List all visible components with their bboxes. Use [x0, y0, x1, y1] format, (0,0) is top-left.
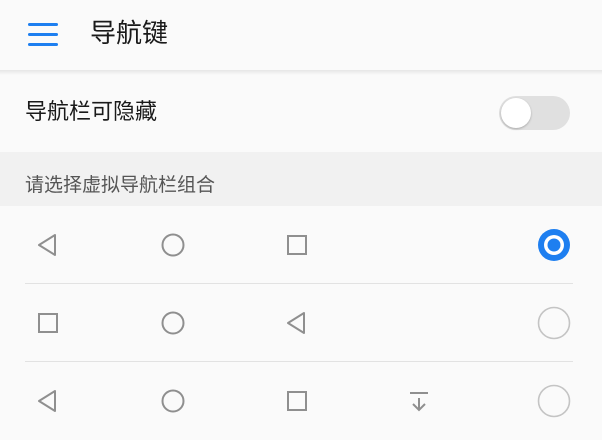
- back-key-icon: [31, 228, 65, 262]
- recents-key-icon: [280, 228, 314, 262]
- hamburger-menu-icon[interactable]: [26, 22, 60, 48]
- combination-option-1[interactable]: [0, 206, 602, 284]
- combination-option-3[interactable]: [0, 362, 602, 440]
- recents-key-icon: [31, 306, 65, 340]
- hide-nav-bar-row[interactable]: 导航栏可隐藏: [0, 78, 602, 150]
- section-title: 请选择虚拟导航栏组合: [25, 174, 216, 196]
- home-key-icon: [156, 228, 190, 262]
- notification-key-icon: [402, 384, 436, 418]
- app-bar: 导航键: [0, 0, 602, 70]
- back-key-icon: [31, 384, 65, 418]
- combination-option-2[interactable]: [0, 284, 602, 362]
- radio-unselected-icon[interactable]: [537, 384, 571, 418]
- radio-unselected-icon[interactable]: [537, 306, 571, 340]
- app-bar-shadow: [0, 70, 602, 75]
- hide-nav-bar-label: 导航栏可隐藏: [25, 100, 158, 125]
- hide-nav-bar-switch[interactable]: [499, 96, 570, 130]
- recents-key-icon: [280, 384, 314, 418]
- switch-knob: [501, 98, 531, 128]
- section-header: 请选择虚拟导航栏组合: [0, 152, 602, 206]
- radio-selected-icon[interactable]: [537, 228, 571, 262]
- back-key-icon: [280, 306, 314, 340]
- home-key-icon: [156, 384, 190, 418]
- page-title: 导航键: [90, 19, 169, 49]
- home-key-icon: [156, 306, 190, 340]
